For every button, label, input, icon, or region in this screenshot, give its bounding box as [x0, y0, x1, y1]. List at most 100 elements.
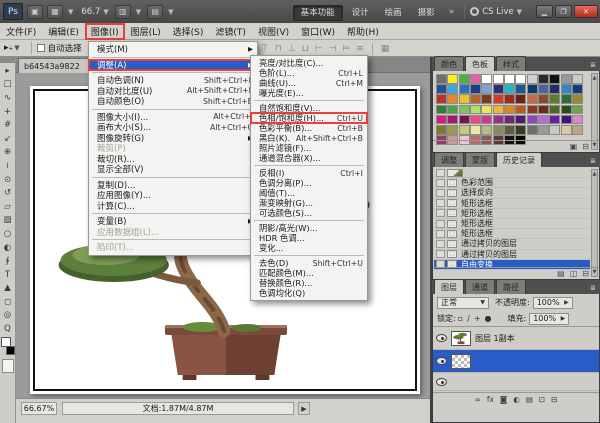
- color-swatch[interactable]: [470, 125, 481, 135]
- menubar-item[interactable]: 滤镜(T): [209, 23, 252, 40]
- tools-panel-grip[interactable]: [0, 57, 15, 63]
- adjust-submenu-item[interactable]: 色相/饱和度(H)...Ctrl+U: [251, 113, 367, 123]
- arrange-documents-icon[interactable]: ▥: [115, 5, 131, 19]
- type-tool[interactable]: T: [1, 268, 15, 282]
- color-swatch[interactable]: [538, 125, 549, 135]
- layer-row[interactable]: [433, 350, 599, 373]
- opacity-field[interactable]: 100%▶: [533, 297, 573, 309]
- color-swatch[interactable]: [459, 125, 470, 135]
- color-swatch[interactable]: [572, 74, 583, 84]
- adjust-submenu-item[interactable]: 可选颜色(S)...: [251, 208, 367, 218]
- color-swatch[interactable]: [527, 84, 538, 94]
- close-button[interactable]: ✕: [574, 5, 598, 18]
- layers-tab[interactable]: 路径: [496, 279, 526, 294]
- gradient-tool[interactable]: ▨: [1, 214, 15, 228]
- minimize-button[interactable]: ▁: [536, 5, 553, 18]
- history-footer-icon[interactable]: ▤: [557, 269, 565, 278]
- color-swatch[interactable]: [459, 115, 470, 125]
- layer-thumbnail[interactable]: [451, 331, 471, 346]
- workspace-more-button[interactable]: »: [444, 7, 460, 17]
- history-brush-source-box[interactable]: [436, 220, 445, 228]
- color-swatch[interactable]: [436, 94, 447, 104]
- lock-icon[interactable]: ●: [485, 314, 492, 323]
- history-tab[interactable]: 蒙版: [465, 152, 495, 167]
- color-swatch[interactable]: [447, 105, 458, 115]
- visibility-eye-icon[interactable]: [436, 334, 447, 342]
- color-swatch[interactable]: [515, 105, 526, 115]
- image-menu-item[interactable]: 显示全部(V): [89, 164, 257, 175]
- view-extras-icon[interactable]: ▦: [47, 5, 63, 19]
- history-state-row[interactable]: ⬚选择反向: [434, 188, 590, 198]
- swatches-tab[interactable]: 色板: [465, 56, 495, 71]
- color-swatch[interactable]: [561, 84, 572, 94]
- color-swatch[interactable]: [481, 105, 492, 115]
- align-icon[interactable]: ⊓: [272, 44, 285, 54]
- color-swatch[interactable]: [515, 125, 526, 135]
- align-icon[interactable]: ⊢: [312, 44, 326, 54]
- color-swatch[interactable]: [447, 94, 458, 104]
- pen-tool[interactable]: ∮: [1, 254, 15, 268]
- color-swatch[interactable]: [561, 115, 572, 125]
- visibility-eye-icon[interactable]: [436, 357, 447, 365]
- color-swatch[interactable]: [504, 94, 515, 104]
- history-state-row[interactable]: ⬚色彩范围: [434, 178, 590, 188]
- color-swatch[interactable]: [470, 84, 481, 94]
- color-swatch[interactable]: [436, 74, 447, 84]
- adjust-submenu-item[interactable]: 曝光度(E)...: [251, 88, 367, 98]
- workspace-button[interactable]: 基本功能: [293, 5, 343, 21]
- color-swatch[interactable]: [459, 74, 470, 84]
- status-options-arrow[interactable]: ▶: [298, 402, 310, 415]
- color-swatch[interactable]: [549, 125, 560, 135]
- color-swatch[interactable]: [572, 115, 583, 125]
- restore-button[interactable]: ❐: [555, 5, 572, 18]
- align-icon[interactable]: ⊤: [258, 44, 272, 54]
- color-swatch[interactable]: [493, 115, 504, 125]
- marquee-tool[interactable]: □: [1, 78, 15, 92]
- layer-row[interactable]: [433, 373, 599, 391]
- history-brush-source-box[interactable]: [436, 240, 445, 248]
- color-swatch[interactable]: [493, 94, 504, 104]
- color-swatch[interactable]: [538, 74, 549, 84]
- color-swatch[interactable]: [549, 94, 560, 104]
- history-state-row[interactable]: ⬚矩形选框: [434, 219, 590, 229]
- color-swatch[interactable]: [572, 105, 583, 115]
- layers-footer-icon[interactable]: ◙: [500, 395, 507, 404]
- menubar-item[interactable]: 图层(L): [125, 23, 167, 40]
- blend-mode-dropdown[interactable]: 正常▼: [437, 297, 489, 309]
- panel-menu-icon[interactable]: ≣: [586, 284, 600, 294]
- eraser-tool[interactable]: ▱: [1, 200, 15, 214]
- lasso-tool[interactable]: ∿: [1, 91, 15, 105]
- history-brush-source-box[interactable]: [436, 189, 445, 197]
- color-swatch[interactable]: [447, 84, 458, 94]
- color-swatch[interactable]: [538, 115, 549, 125]
- history-brush-source-box[interactable]: [436, 250, 445, 258]
- history-brush-source-box[interactable]: [436, 179, 445, 187]
- color-swatch[interactable]: [572, 94, 583, 104]
- swatch-footer-icon[interactable]: ⊟: [582, 142, 589, 151]
- swatch-footer-icon[interactable]: ▣: [570, 142, 578, 151]
- lock-icon[interactable]: ▫: [458, 314, 463, 323]
- menubar-item[interactable]: 图像(I): [85, 23, 125, 40]
- status-zoom-field[interactable]: 66.67%: [21, 402, 57, 415]
- workspace-button[interactable]: 绘画: [378, 6, 409, 20]
- color-swatch[interactable]: [481, 94, 492, 104]
- history-footer-icon[interactable]: ◫: [570, 269, 578, 278]
- history-tab[interactable]: 调整: [434, 152, 464, 167]
- align-icon[interactable]: ⊥: [285, 44, 299, 54]
- color-swatch[interactable]: [515, 74, 526, 84]
- workspace-button[interactable]: 摄影: [411, 6, 442, 20]
- color-swatch[interactable]: [549, 115, 560, 125]
- color-swatch[interactable]: [527, 74, 538, 84]
- adjust-submenu-item[interactable]: 变化...: [251, 243, 367, 253]
- history-snapshot-row[interactable]: [434, 168, 590, 178]
- menubar-item[interactable]: 窗口(W): [295, 23, 341, 40]
- color-swatch[interactable]: [436, 125, 447, 135]
- color-swatch[interactable]: [481, 84, 492, 94]
- image-menu-item[interactable]: 调整(A)▶: [89, 60, 257, 71]
- color-swatch[interactable]: [561, 74, 572, 84]
- eyedropper-tool[interactable]: ↙: [1, 132, 15, 146]
- color-swatch[interactable]: [447, 125, 458, 135]
- color-swatch[interactable]: [515, 94, 526, 104]
- layers-footer-icon[interactable]: ▤: [526, 395, 533, 404]
- mask-mode-button[interactable]: [2, 359, 14, 373]
